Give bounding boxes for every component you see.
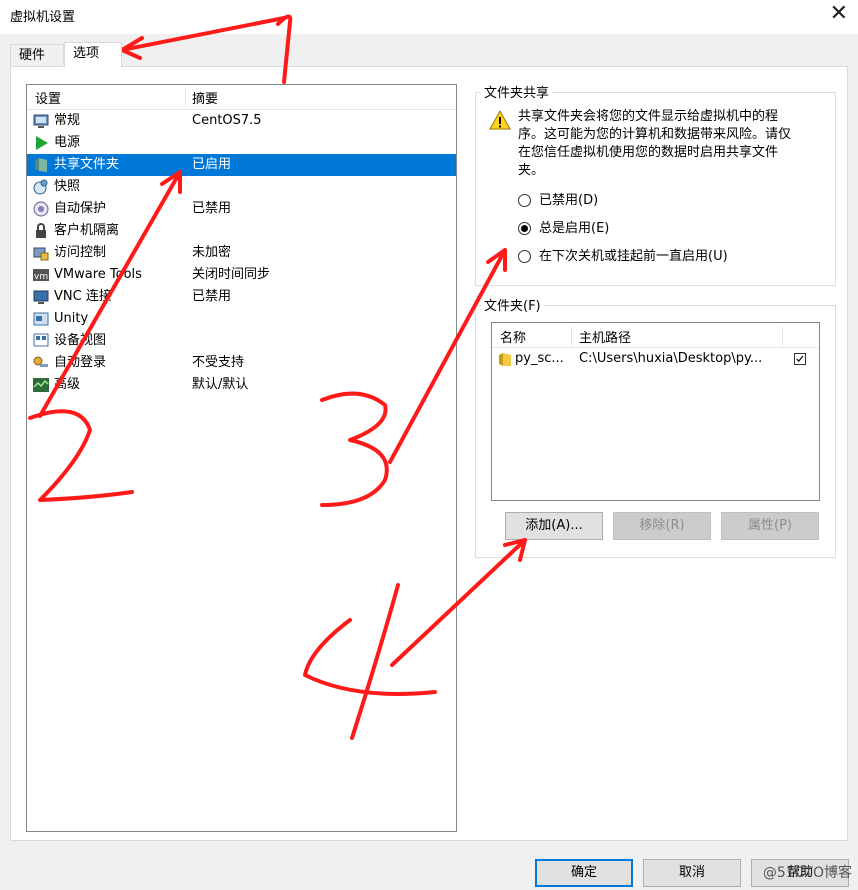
settings-list[interactable]: 设置 摘要 常规 CentOS7.5 电源 共享文件夹 已启用 快照 自动保护 已禁用 客户机隔… (26, 84, 457, 832)
sidebar-item-10[interactable]: 设备视图 (27, 330, 456, 352)
setting-summary: 不受支持 (192, 355, 245, 370)
sidebar-item-1[interactable]: 电源 (27, 132, 456, 154)
sidebar-item-4[interactable]: 自动保护 已禁用 (27, 198, 456, 220)
settings-rows: 常规 CentOS7.5 电源 共享文件夹 已启用 快照 自动保护 已禁用 客户机隔离 访问控制未… (27, 110, 456, 396)
column-header-setting[interactable]: 设置 (35, 88, 61, 107)
vmware-tools-icon: vm (33, 269, 49, 282)
unity-icon (33, 312, 49, 326)
device-view-icon (33, 333, 49, 347)
sidebar-item-6[interactable]: 访问控制 未加密 (27, 242, 456, 264)
svg-text:vm: vm (34, 272, 48, 282)
remove-folder-button[interactable]: 移除(R) (613, 512, 711, 540)
watermark: @51CTO博客 (762, 865, 852, 881)
sidebar-item-7[interactable]: vm VMware Tools 关闭时间同步 (27, 264, 456, 286)
sidebar-item-11[interactable]: 自动登录 不受支持 (27, 352, 456, 374)
setting-name: 高级 (54, 377, 81, 392)
folder-enabled-checkbox[interactable] (794, 353, 806, 365)
radio-button[interactable] (518, 194, 531, 207)
setting-summary: 已启用 (192, 157, 232, 172)
setting-summary: 已禁用 (192, 201, 232, 216)
shared-folder-icon (35, 158, 47, 172)
vnc-icon (33, 290, 49, 304)
setting-summary: 关闭时间同步 (192, 267, 271, 282)
warning-icon (489, 110, 511, 130)
setting-summary: 默认/默认 (192, 377, 249, 392)
play-icon (36, 136, 48, 150)
setting-name: 常规 (54, 113, 81, 128)
setting-summary: CentOS7.5 (192, 113, 262, 128)
lock-icon (36, 223, 46, 238)
setting-name: 访问控制 (54, 245, 107, 260)
title-bar: 虚拟机设置 ✕ (0, 0, 858, 30)
checkmark-icon (796, 355, 804, 362)
setting-name: 设备视图 (54, 333, 107, 348)
setting-name: 自动保护 (54, 201, 107, 216)
shared-folder-icon (499, 353, 511, 366)
folders-title: 文件夹(F) (481, 295, 544, 314)
folder-properties-button[interactable]: 属性(P) (721, 512, 819, 540)
column-divider[interactable] (185, 87, 186, 107)
setting-name: 快照 (54, 179, 81, 194)
setting-name: 自动登录 (54, 355, 107, 370)
folder-name: py_sc... (515, 351, 564, 366)
tab-options[interactable]: 选项 (64, 42, 122, 67)
setting-name: VNC 连接 (54, 289, 112, 304)
sidebar-item-0[interactable]: 常规 CentOS7.5 (27, 110, 456, 132)
sidebar-item-9[interactable]: Unity (27, 308, 456, 330)
snapshot-icon (33, 179, 48, 195)
folders-table[interactable]: 名称 主机路径 py_sc... C:\Users\huxia\Desktop\… (491, 322, 820, 501)
monitor-icon (33, 114, 49, 128)
column-header-host-path[interactable]: 主机路径 (579, 327, 631, 346)
column-divider[interactable] (782, 327, 783, 347)
key-icon (33, 356, 48, 367)
sidebar-item-2[interactable]: 共享文件夹 已启用 (27, 154, 456, 176)
setting-name: 共享文件夹 (54, 157, 120, 172)
access-control-icon (33, 247, 49, 261)
ok-button[interactable]: 确定 (535, 859, 633, 887)
warning-text: 共享文件夹会将您的文件显示给虚拟机中的程序。这可能为您的计算机和数据带来风险。请… (518, 109, 792, 178)
table-row[interactable]: py_sc... C:\Users\huxia\Desktop\py... (492, 348, 819, 370)
radio-button[interactable] (518, 222, 531, 235)
setting-summary: 未加密 (192, 245, 232, 260)
sidebar-item-12[interactable]: 高级 默认/默认 (27, 374, 456, 396)
tab-hardware[interactable]: 硬件 (10, 44, 64, 65)
sidebar-item-5[interactable]: 客户机隔离 (27, 220, 456, 242)
radio-label: 在下次关机或挂起前一直启用(U) (539, 249, 728, 264)
setting-name: 电源 (54, 135, 81, 150)
folder-host-path: C:\Users\huxia\Desktop\py... (579, 351, 763, 366)
column-header-name[interactable]: 名称 (500, 327, 526, 346)
sidebar-item-8[interactable]: VNC 连接 已禁用 (27, 286, 456, 308)
column-divider[interactable] (571, 327, 572, 347)
sidebar-item-3[interactable]: 快照 (27, 176, 456, 198)
advanced-icon (33, 378, 49, 392)
add-folder-button[interactable]: 添加(A)... (505, 512, 603, 540)
setting-name: VMware Tools (54, 267, 142, 282)
radio-label: 总是启用(E) (539, 221, 610, 236)
settings-list-header: 设置 摘要 (27, 85, 456, 110)
setting-name: Unity (54, 311, 89, 326)
column-header-summary[interactable]: 摘要 (192, 88, 218, 107)
setting-name: 客户机隔离 (54, 223, 120, 238)
radio-button[interactable] (518, 250, 531, 263)
setting-summary: 已禁用 (192, 289, 232, 304)
radio-label: 已禁用(D) (539, 193, 599, 208)
window-title: 虚拟机设置 (10, 10, 76, 25)
autoprotect-icon (33, 201, 49, 217)
folder-sharing-title: 文件夹共享 (481, 82, 553, 101)
close-icon[interactable]: ✕ (830, 2, 848, 26)
folders-table-header: 名称 主机路径 (492, 323, 819, 348)
cancel-button[interactable]: 取消 (643, 859, 741, 887)
